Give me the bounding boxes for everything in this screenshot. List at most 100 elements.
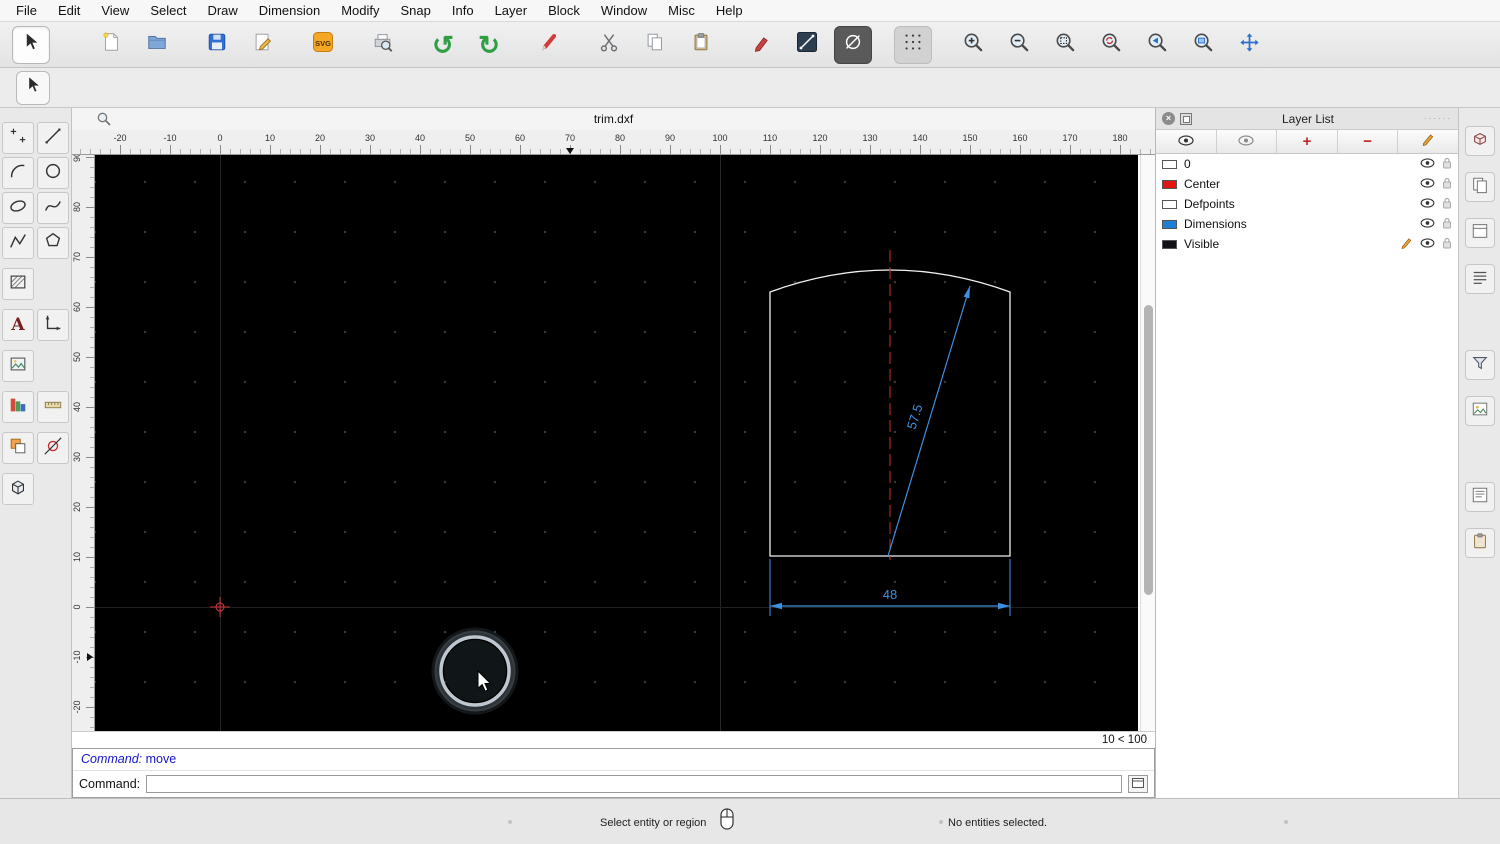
menu-misc[interactable]: Misc: [668, 3, 695, 18]
layer-visibility-eye-icon[interactable]: [1420, 217, 1435, 231]
ruler-label-x: 110: [762, 133, 778, 143]
menu-edit[interactable]: Edit: [58, 3, 80, 18]
solid-box-tool-button[interactable]: [2, 473, 34, 505]
snap-tool-button[interactable]: [37, 432, 69, 464]
layer-row-0[interactable]: 0: [1156, 154, 1458, 174]
layer-row-dimensions[interactable]: Dimensions: [1156, 214, 1458, 234]
open-file-button[interactable]: [138, 26, 176, 64]
zoom-previous-button[interactable]: [1138, 26, 1176, 64]
layer-lock-icon[interactable]: [1442, 237, 1452, 252]
print-preview-button[interactable]: [364, 26, 402, 64]
toggle-layer-visibility-button[interactable]: [1216, 130, 1278, 153]
text-tool-button[interactable]: A: [2, 309, 34, 341]
zoom-in-button[interactable]: [954, 26, 992, 64]
zoom-window-button[interactable]: [1184, 26, 1222, 64]
menu-window[interactable]: Window: [601, 3, 647, 18]
ruler-label-x: 170: [1062, 133, 1078, 143]
command-input[interactable]: [146, 775, 1122, 793]
layer-visibility-eye-icon[interactable]: [1420, 177, 1435, 191]
measure-tool-button[interactable]: [2, 391, 34, 423]
layer-lock-icon[interactable]: [1442, 157, 1452, 172]
hatch-tool-button[interactable]: [2, 268, 34, 300]
circle-tool-button[interactable]: [37, 157, 69, 189]
layer-lock-icon[interactable]: [1442, 177, 1452, 192]
layer-row-defpoints[interactable]: Defpoints: [1156, 194, 1458, 214]
menu-draw[interactable]: Draw: [207, 3, 237, 18]
menu-info[interactable]: Info: [452, 3, 474, 18]
paste-button[interactable]: [682, 26, 720, 64]
modify-layer-button[interactable]: [1398, 130, 1458, 153]
layer-lock-icon[interactable]: [1442, 217, 1452, 232]
dock-clipboard-button[interactable]: [1464, 528, 1495, 558]
dock-preview-button[interactable]: [1464, 396, 1495, 426]
zoom-redraw-button[interactable]: [1092, 26, 1130, 64]
layer-visibility-eye-icon[interactable]: [1420, 157, 1435, 171]
ellipse-tool-button[interactable]: [2, 192, 34, 224]
ruler-tool-button[interactable]: [37, 391, 69, 423]
grid-toggle-button[interactable]: [894, 25, 932, 64]
edit-drawing-button[interactable]: [244, 26, 282, 64]
menu-file[interactable]: File: [16, 3, 37, 18]
image-tool-button[interactable]: [2, 350, 34, 382]
save-button[interactable]: [198, 26, 236, 64]
drawing-canvas[interactable]: 57.5 48: [95, 155, 1138, 731]
line-attributes-button[interactable]: [788, 26, 826, 64]
horizontal-dimension-entity[interactable]: 48: [769, 559, 1011, 616]
add-layer-button[interactable]: +: [1277, 130, 1338, 153]
dimension-tool-button[interactable]: [37, 309, 69, 341]
pen-attributes-button[interactable]: [742, 26, 780, 64]
layer-lock-icon[interactable]: [1442, 197, 1452, 212]
menu-dimension[interactable]: Dimension: [259, 3, 320, 18]
aligned-dimension-entity[interactable]: 57.5: [887, 285, 971, 557]
remove-layer-button[interactable]: −: [1337, 130, 1399, 153]
layer-visibility-eye-icon[interactable]: [1420, 237, 1435, 251]
menu-help[interactable]: Help: [716, 3, 743, 18]
folder-icon: [146, 31, 168, 58]
dock-library-browser-button[interactable]: [1464, 172, 1495, 202]
dock-form-widget-button[interactable]: [1464, 218, 1495, 248]
line-tool-button[interactable]: [37, 122, 69, 154]
layer-row-visible-current[interactable]: Visible: [1156, 234, 1458, 254]
zoom-auto-button[interactable]: [1046, 26, 1084, 64]
menu-select[interactable]: Select: [150, 3, 186, 18]
panel-drag-handle[interactable]: ······: [1424, 114, 1452, 123]
polyline-tool-button[interactable]: [2, 227, 34, 259]
undock-panel-icon[interactable]: [1180, 112, 1192, 125]
show-all-layers-button[interactable]: [1156, 130, 1217, 153]
cut-button[interactable]: [590, 26, 628, 64]
menu-modify[interactable]: Modify: [341, 3, 379, 18]
vertical-scrollbar-thumb[interactable]: [1144, 305, 1153, 595]
no-fill-toggle-button[interactable]: [834, 25, 872, 64]
svg-export-button[interactable]: SVG: [304, 26, 342, 64]
dock-block-list-button[interactable]: [1464, 126, 1495, 156]
ruler-label-x: -20: [113, 133, 127, 143]
new-document-button[interactable]: [92, 26, 130, 64]
svg-text:SVG: SVG: [315, 39, 331, 48]
order-tool-button[interactable]: [2, 432, 34, 464]
delete-entities-button[interactable]: [530, 26, 568, 64]
copy-button[interactable]: [636, 26, 674, 64]
points-tool-button[interactable]: [2, 122, 34, 154]
arc-tool-button[interactable]: [2, 157, 34, 189]
spline-tool-button[interactable]: [37, 192, 69, 224]
dock-list-widget-button[interactable]: [1464, 264, 1495, 294]
vertical-scrollbar[interactable]: [1140, 155, 1155, 731]
command-panel-detach-button[interactable]: [1128, 775, 1148, 793]
statusbar: 70,-10 @70,-10 70.7107<352° @70.7107<352…: [0, 798, 1500, 844]
select-tool-option-button[interactable]: [16, 70, 50, 105]
layer-visibility-eye-icon[interactable]: [1420, 197, 1435, 211]
dock-command-history-button[interactable]: [1464, 482, 1495, 512]
select-tool-button[interactable]: [12, 25, 50, 64]
dock-filter-button[interactable]: [1464, 350, 1495, 380]
layer-row-center[interactable]: Center: [1156, 174, 1458, 194]
close-panel-icon[interactable]: ×: [1162, 112, 1175, 125]
menu-snap[interactable]: Snap: [401, 3, 431, 18]
polygon-tool-button[interactable]: [37, 227, 69, 259]
zoom-out-button[interactable]: [1000, 26, 1038, 64]
redo-button[interactable]: ↻: [470, 26, 508, 64]
menu-view[interactable]: View: [101, 3, 129, 18]
zoom-pan-button[interactable]: [1230, 26, 1268, 64]
undo-button[interactable]: ↺: [424, 26, 462, 64]
menu-block[interactable]: Block: [548, 3, 580, 18]
menu-layer[interactable]: Layer: [495, 3, 528, 18]
